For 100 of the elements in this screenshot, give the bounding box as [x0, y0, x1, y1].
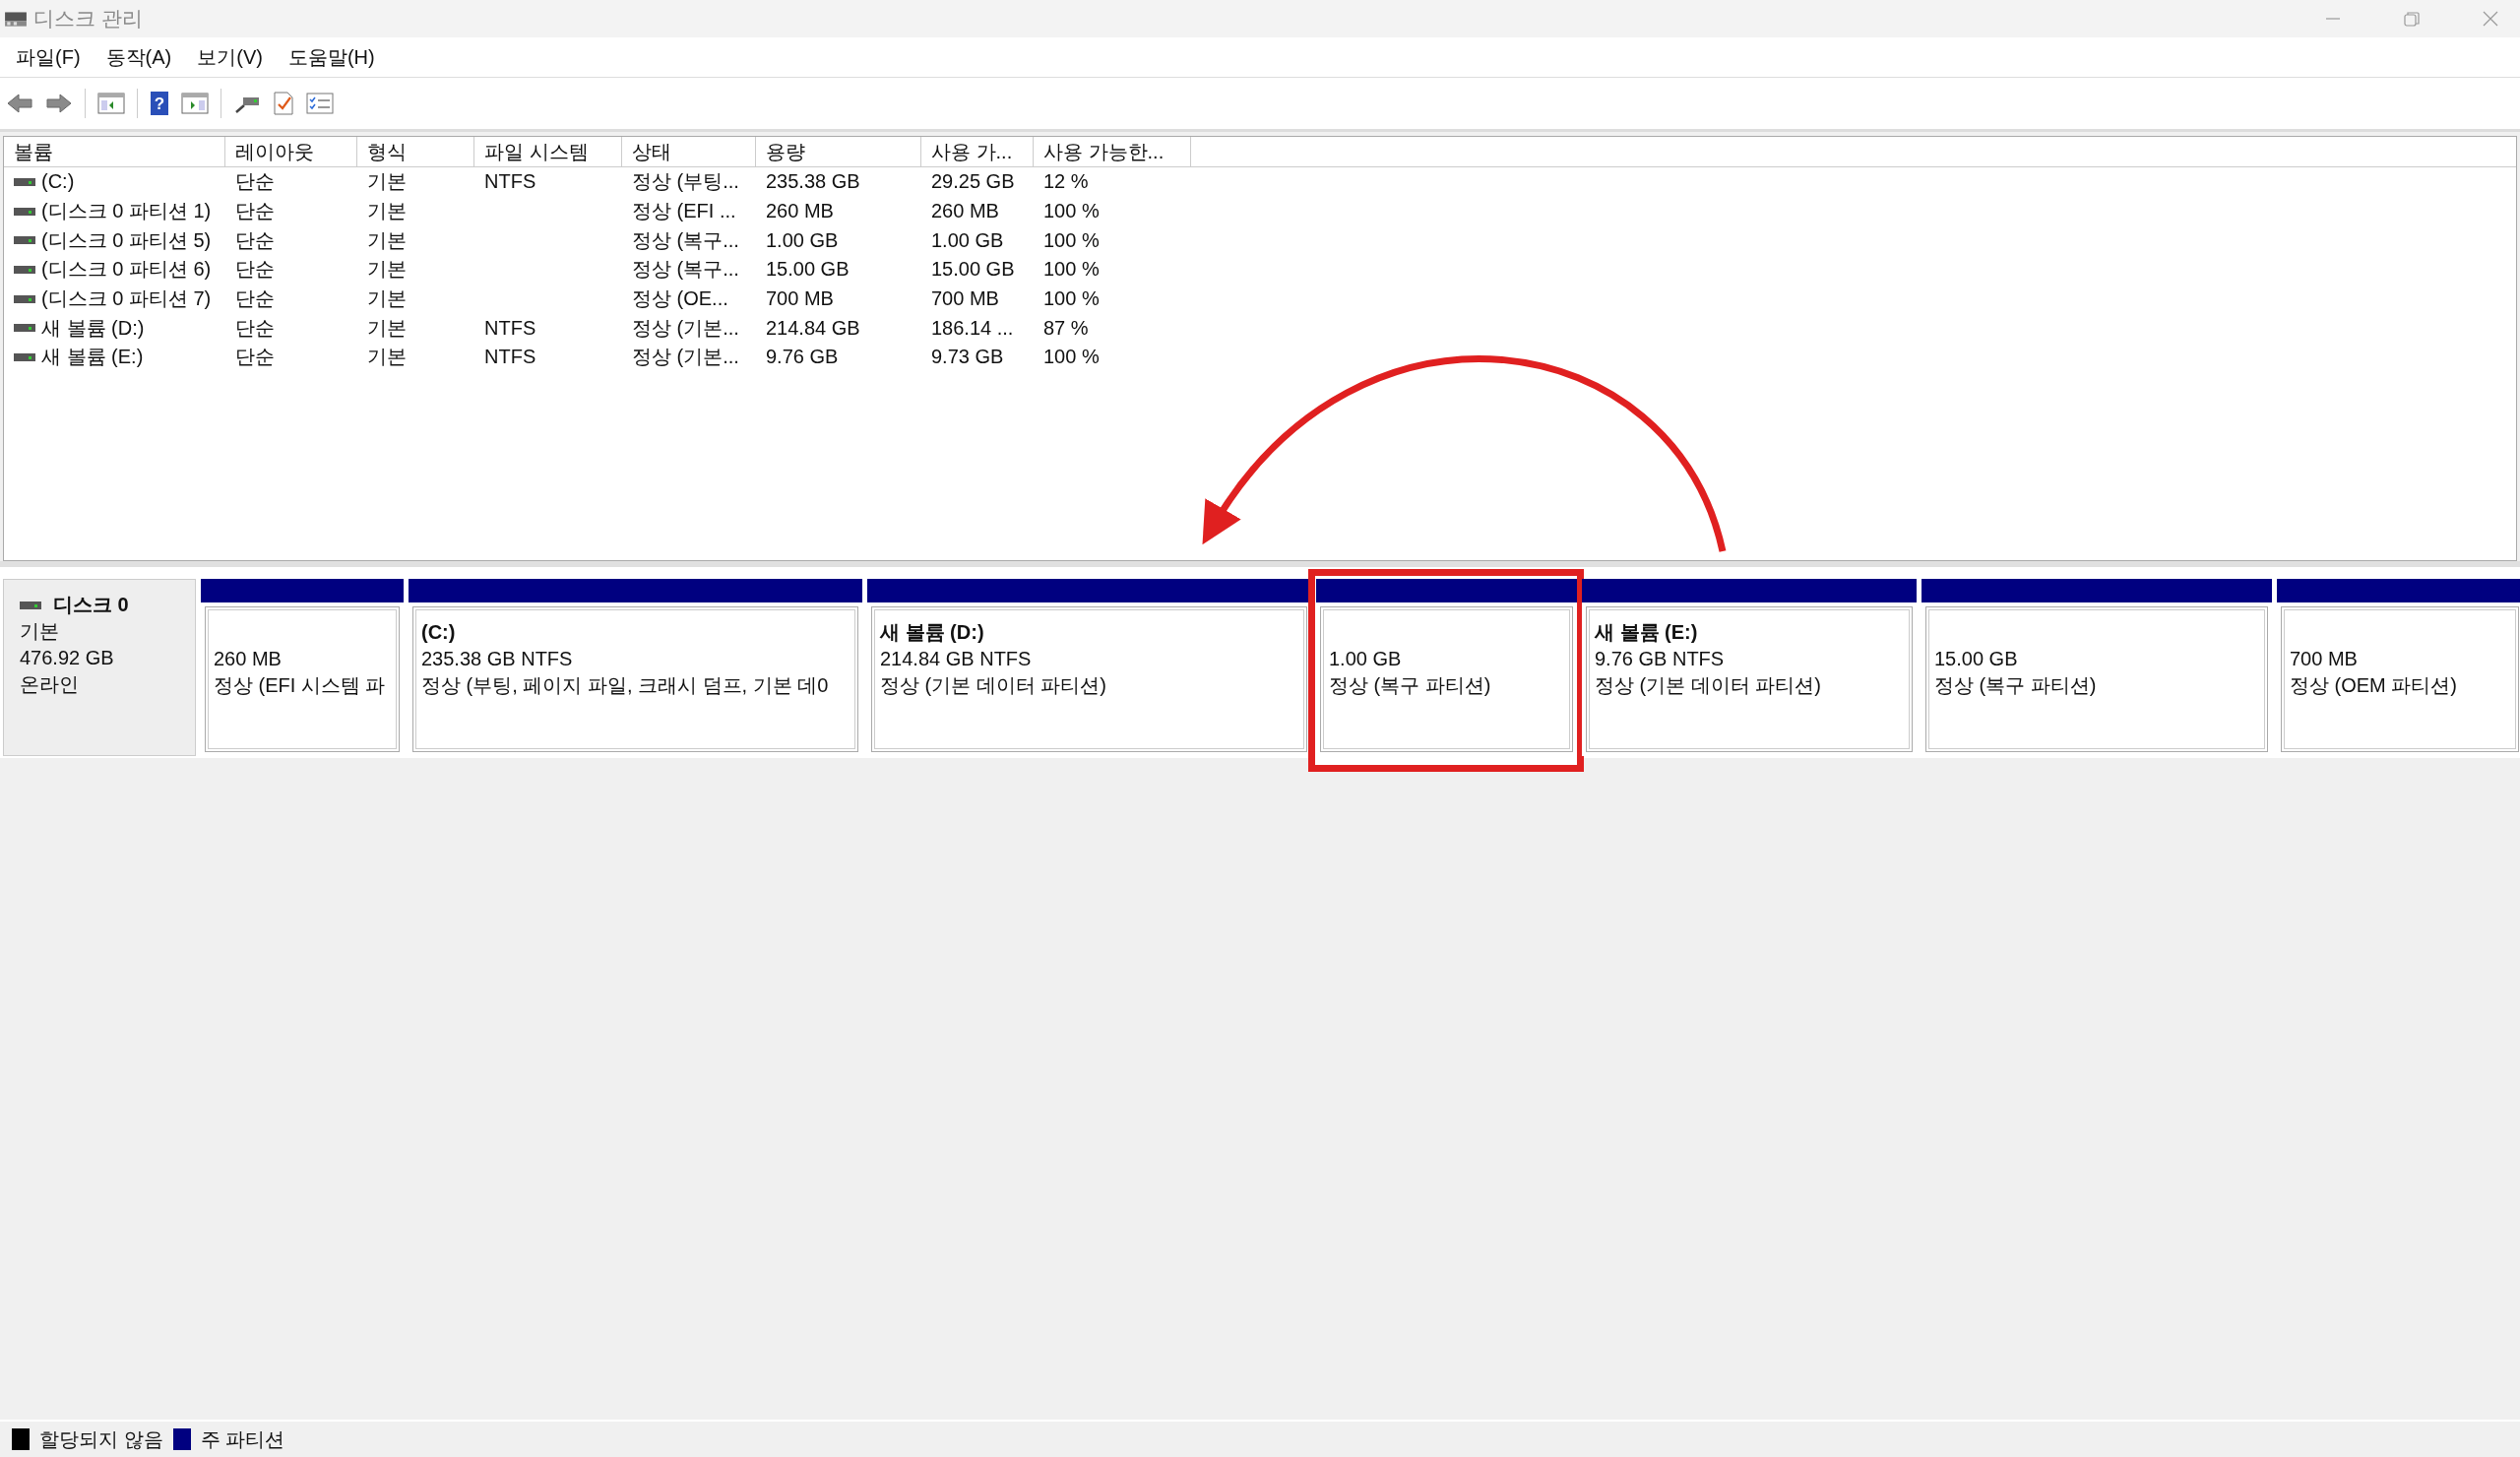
table-cell-text: 기본	[367, 257, 407, 283]
column-header[interactable]: 용량	[756, 137, 921, 166]
legend-label: 할당되지 않음	[39, 1426, 163, 1452]
partition-size: 700 MB	[2290, 647, 2359, 671]
partition-name: 새 볼륨 (E:)	[1595, 620, 1699, 645]
disk-info-panel[interactable]: 디스크 0 기본 476.92 GB 온라인	[3, 579, 196, 756]
menu-item[interactable]: 파일(F)	[16, 43, 81, 71]
partition-block[interactable]: 15.00 GB 정상 (복구 파티션)	[1925, 606, 2268, 752]
close-icon[interactable]	[2481, 9, 2500, 29]
table-cell: 9.76 GB	[766, 346, 839, 369]
window-title: 디스크 관리	[33, 6, 143, 32]
partition-block[interactable]: 새 볼륨 (E:) 9.76 GB NTFS 정상 (기본 데이터 파티션)	[1586, 606, 1913, 752]
table-cell: 15.00 GB	[766, 258, 850, 282]
menu-item[interactable]: 도움말(H)	[287, 43, 375, 71]
partition-name: 새 볼륨 (D:)	[880, 620, 985, 645]
partition-block[interactable]: 260 MB 정상 (EFI 시스템 파	[205, 606, 400, 752]
partition-size: 15.00 GB	[1934, 647, 2019, 671]
partition-block[interactable]: 새 볼륨 (D:) 214.84 GB NTFS 정상 (기본 데이터 파티션)	[871, 606, 1307, 752]
partition-status: 정상 (기본 데이터 파티션)	[880, 673, 1107, 698]
table-cell: 260 MB	[931, 200, 999, 223]
drive-icon	[14, 235, 35, 246]
table-cell: 1.00 GB	[931, 228, 1004, 252]
table-cell: 15.00 GB	[931, 258, 1015, 282]
table-cell: 9.73 GB	[931, 346, 1004, 369]
drive-icon	[14, 351, 35, 362]
table-cell: NTFS	[484, 316, 536, 340]
drive-icon	[14, 176, 35, 187]
legend-label: 주 파티션	[200, 1426, 285, 1452]
column-header[interactable]: 볼륨	[4, 137, 225, 166]
table-cell-text: (디스크 0 파티션 1)	[41, 199, 212, 224]
partition-size: 260 MB	[214, 647, 283, 671]
table-cell: 87 %	[1043, 316, 1089, 340]
table-cell-text: 단순	[235, 345, 275, 370]
drive-icon	[14, 293, 35, 304]
table-cell-text: 새 볼륨 (E:)	[41, 345, 144, 370]
table-cell-text: 정상 (EFI ...	[632, 199, 736, 224]
column-header[interactable]: 사용 가...	[921, 137, 1034, 166]
table-cell-text: 정상 (복구...	[632, 257, 739, 283]
table-cell-text: 정상 (복구...	[632, 227, 739, 253]
partition-size: 9.76 GB NTFS	[1595, 647, 1726, 671]
table-cell-text: (디스크 0 파티션 7)	[41, 286, 212, 312]
table-cell: 12 %	[1043, 170, 1089, 194]
table-cell: 100 %	[1043, 228, 1100, 252]
disk-name: 디스크 0	[53, 593, 129, 617]
menu-item[interactable]: 보기(V)	[197, 43, 263, 71]
menu-item[interactable]: 동작(A)	[105, 43, 172, 71]
table-cell: 29.25 GB	[931, 170, 1015, 194]
partition-size: 1.00 GB	[1329, 647, 1403, 671]
table-cell: 700 MB	[766, 287, 834, 311]
table-cell: 235.38 GB	[766, 170, 860, 194]
column-header[interactable]: 파일 시스템	[474, 137, 622, 166]
checklist-icon[interactable]	[306, 92, 334, 115]
table-cell-text: 정상 (기본...	[632, 345, 739, 370]
table-cell-text: 새 볼륨 (D:)	[41, 315, 145, 341]
action-pane-icon[interactable]	[181, 92, 209, 115]
disk-app-icon	[4, 9, 28, 29]
column-header[interactable]: 사용 가능한...	[1034, 137, 1191, 166]
table-cell-text: 기본	[367, 227, 407, 253]
back-arrow-icon[interactable]	[6, 92, 33, 115]
partition-status: 정상 (복구 파티션)	[1934, 673, 2098, 698]
partition-block[interactable]: (C:) 235.38 GB NTFS 정상 (부팅, 페이지 파일, 크래시 덤프, 기본 데0	[412, 606, 858, 752]
partition-status: 정상 (부팅, 페이지 파일, 크래시 덤프, 기본 데0	[421, 673, 830, 698]
forward-arrow-icon[interactable]	[45, 92, 73, 115]
table-cell-text: (디스크 0 파티션 6)	[41, 257, 212, 283]
partition-status: 정상 (EFI 시스템 파	[214, 673, 387, 698]
table-cell-text: 단순	[235, 286, 275, 312]
table-cell: NTFS	[484, 170, 536, 194]
help-icon[interactable]: ?	[150, 91, 169, 116]
table-cell: NTFS	[484, 346, 536, 369]
table-cell-text: 단순	[235, 257, 275, 283]
partition-size: 235.38 GB NTFS	[421, 647, 574, 671]
table-cell: 214.84 GB	[766, 316, 860, 340]
table-cell: 260 MB	[766, 200, 834, 223]
disk-status: 온라인	[20, 672, 80, 697]
drive-icon	[14, 264, 35, 275]
partition-size: 214.84 GB NTFS	[880, 647, 1033, 671]
table-cell-text: 단순	[235, 199, 275, 224]
partition-status: 정상 (OEM 파티션)	[2290, 673, 2458, 698]
partition-block[interactable]: 1.00 GB 정상 (복구 파티션)	[1320, 606, 1573, 752]
checked-document-icon[interactable]	[273, 91, 294, 116]
disk-type: 기본	[20, 619, 60, 644]
partition-block[interactable]: 700 MB 정상 (OEM 파티션)	[2281, 606, 2519, 752]
drive-icon	[20, 600, 41, 610]
table-cell: 100 %	[1043, 258, 1100, 282]
console-tree-icon[interactable]	[97, 92, 125, 115]
disk-size: 476.92 GB	[20, 646, 115, 670]
drive-icon	[14, 323, 35, 334]
table-cell-text: 단순	[235, 315, 275, 341]
table-cell-text: 기본	[367, 345, 407, 370]
partition-name: (C:)	[421, 620, 457, 645]
column-header[interactable]: 레이아웃	[225, 137, 357, 166]
table-cell-text: 정상 (기본...	[632, 315, 739, 341]
table-cell: 1.00 GB	[766, 228, 839, 252]
table-cell: 100 %	[1043, 200, 1100, 223]
restore-icon[interactable]	[2402, 9, 2422, 29]
column-header[interactable]: 상태	[622, 137, 756, 166]
table-cell: 100 %	[1043, 346, 1100, 369]
column-header[interactable]: 형식	[357, 137, 474, 166]
table-cell-text: 기본	[367, 315, 407, 341]
table-cell-text: 기본	[367, 286, 407, 312]
